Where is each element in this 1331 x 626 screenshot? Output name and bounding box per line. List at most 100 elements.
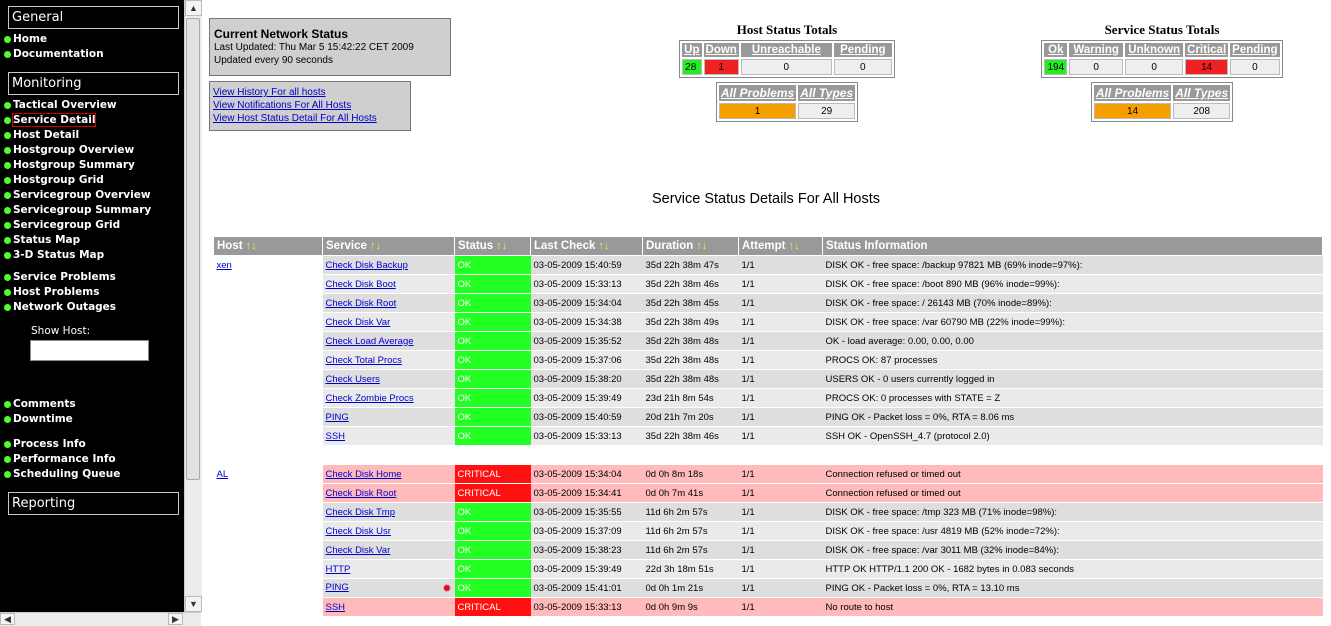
sidebar-item-servicegroup-grid[interactable]: Servicegroup Grid (0, 218, 184, 233)
service-link[interactable]: Check Disk Usr (326, 526, 391, 537)
service-link[interactable]: PING (326, 412, 349, 423)
sidebar-item-downtime[interactable]: Downtime (0, 412, 184, 427)
table-row: Check Zombie Procs OK 03-05-2009 15:39:49 2… (213, 388, 1323, 408)
sort-arrows-icon[interactable]: ↑↓ (370, 240, 381, 252)
service-link[interactable]: Check Load Average (326, 336, 414, 347)
sidebar-item-hostgroup-summary[interactable]: Hostgroup Summary (0, 158, 184, 173)
scroll-up-arrow-icon[interactable]: ▲ (185, 0, 202, 16)
sidebar-item-performance-info[interactable]: Performance Info (0, 452, 184, 467)
service-unknown-header[interactable]: Unknown (1125, 43, 1184, 57)
service-link[interactable]: Check Disk Var (326, 317, 391, 328)
service-link[interactable]: Check Disk Var (326, 545, 391, 556)
sidebar-item-process-info[interactable]: Process Info (0, 437, 184, 452)
duration-cell: 0d 0h 9m 9s (642, 597, 739, 617)
sidebar-vertical-scrollbar[interactable]: ▲ ▼ (184, 0, 202, 612)
service-unknown-count: 0 (1125, 59, 1184, 75)
attempt-cell: 1/1 (738, 293, 823, 313)
sort-arrows-icon[interactable]: ↑↓ (496, 240, 507, 252)
col-host-header: Host ↑↓ (213, 236, 323, 256)
service-all-problems-header[interactable]: All Problems (1093, 85, 1172, 101)
service-link[interactable]: Check Disk Root (326, 298, 397, 309)
sidebar-item-label: Performance Info (13, 453, 116, 465)
last-check-cell: 03-05-2009 15:33:13 (530, 426, 643, 446)
status-badge: OK (454, 502, 531, 522)
sidebar-item-comments[interactable]: Comments (0, 397, 184, 412)
host-all-types-count: 29 (798, 103, 856, 119)
duration-cell: 11d 6h 2m 57s (642, 502, 739, 522)
service-link[interactable]: SSH (326, 431, 346, 442)
sidebar-item-service-problems[interactable]: Service Problems (0, 270, 184, 285)
host-up-header[interactable]: Up (682, 43, 702, 57)
sidebar-item-hostgroup-overview[interactable]: Hostgroup Overview (0, 143, 184, 158)
duration-cell: 23d 21h 8m 54s (642, 388, 739, 408)
service-critical-header[interactable]: Critical (1185, 43, 1229, 57)
show-host-label: Show Host: (31, 325, 91, 337)
host-unreachable-header[interactable]: Unreachable (740, 43, 832, 57)
sidebar-item-network-outages[interactable]: Network Outages (0, 300, 184, 315)
host-cell (213, 369, 323, 389)
scroll-left-arrow-icon[interactable]: ◀ (0, 613, 15, 625)
duration-cell: 35d 22h 38m 46s (642, 274, 739, 294)
scroll-right-arrow-icon[interactable]: ▶ (168, 613, 183, 625)
sidebar-item-scheduling-queue[interactable]: Scheduling Queue (0, 467, 184, 482)
sidebar-item-home[interactable]: Home (0, 32, 184, 47)
host-pending-header[interactable]: Pending (833, 43, 892, 57)
link-host-status-detail[interactable]: View Host Status Detail For All Hosts (213, 112, 407, 125)
status-info-cell: PROCS OK: 0 processes with STATE = Z (822, 388, 1323, 408)
service-cell: Check Total Procs (322, 350, 455, 370)
host-link[interactable]: xen (217, 260, 232, 271)
link-notifications-all-hosts[interactable]: View Notifications For All Hosts (213, 99, 407, 112)
table-row: SSH OK 03-05-2009 15:33:13 35d 22h 38m 46s 1… (213, 426, 1323, 446)
sidebar-item-servicegroup-overview[interactable]: Servicegroup Overview (0, 188, 184, 203)
sidebar-item-tactical-overview[interactable]: Tactical Overview (0, 98, 184, 113)
host-cell (213, 597, 323, 617)
scroll-down-arrow-icon[interactable]: ▼ (185, 596, 202, 612)
link-history-all-hosts[interactable]: View History For all hosts (213, 86, 407, 99)
attempt-cell: 1/1 (738, 331, 823, 351)
scrollbar-thumb[interactable] (186, 18, 200, 480)
host-unreachable-count: 0 (740, 59, 832, 75)
service-link[interactable]: Check Users (326, 374, 380, 385)
sidebar-item-servicegroup-summary[interactable]: Servicegroup Summary (0, 203, 184, 218)
service-link[interactable]: Check Zombie Procs (326, 393, 414, 404)
host-link[interactable]: AL (217, 469, 229, 480)
last-check-cell: 03-05-2009 15:33:13 (530, 597, 643, 617)
sidebar-item-host-detail[interactable]: Host Detail (0, 128, 184, 143)
service-warning-header[interactable]: Warning (1069, 43, 1124, 57)
sort-arrows-icon[interactable]: ↑↓ (598, 240, 609, 252)
service-link[interactable]: Check Disk Tmp (326, 507, 396, 518)
service-link[interactable]: Check Disk Root (326, 488, 397, 499)
show-host-input[interactable] (30, 340, 149, 361)
service-problems-table: All Problems All Types 14 208 (1090, 82, 1234, 122)
host-down-header[interactable]: Down (703, 43, 739, 57)
service-pending-header[interactable]: Pending (1230, 43, 1280, 57)
sort-arrows-icon[interactable]: ↑↓ (696, 240, 707, 252)
host-all-types-header[interactable]: All Types (798, 85, 856, 101)
section-general-heading: General (8, 6, 179, 29)
sidebar-item-host-problems[interactable]: Host Problems (0, 285, 184, 300)
sidebar-item-documentation[interactable]: Documentation (0, 47, 184, 62)
sidebar-item-service-detail[interactable]: Service Detail (0, 113, 184, 128)
service-link[interactable]: HTTP (326, 564, 351, 575)
attempt-cell: 1/1 (738, 350, 823, 370)
sidebar-item-hostgroup-grid[interactable]: Hostgroup Grid (0, 173, 184, 188)
service-link[interactable]: Check Disk Home (326, 469, 402, 480)
sort-arrows-icon[interactable]: ↑↓ (788, 240, 799, 252)
sort-arrows-icon[interactable]: ↑↓ (246, 240, 257, 252)
service-link[interactable]: Check Disk Boot (326, 279, 396, 290)
service-link[interactable]: SSH (326, 602, 346, 613)
table-row: Check Disk Usr OK 03-05-2009 15:37:09 11d 6… (213, 521, 1323, 541)
status-info-cell: PING OK - Packet loss = 0%, RTA = 8.06 m… (822, 407, 1323, 427)
host-all-problems-header[interactable]: All Problems (718, 85, 797, 101)
sidebar-item-label: Hostgroup Grid (13, 174, 104, 186)
service-link[interactable]: Check Total Procs (326, 355, 402, 366)
host-pending-count: 0 (833, 59, 892, 75)
sidebar-item-status-map[interactable]: Status Map (0, 233, 184, 248)
attempt-cell: 1/1 (738, 426, 823, 446)
service-link[interactable]: Check Disk Backup (326, 260, 408, 271)
sidebar-horizontal-scrollbar[interactable]: ◀ ▶ (0, 612, 201, 626)
service-all-types-header[interactable]: All Types (1173, 85, 1231, 101)
service-ok-header[interactable]: Ok (1044, 43, 1068, 57)
service-link[interactable]: PING (326, 582, 349, 593)
sidebar-item-3-d-status-map[interactable]: 3-D Status Map (0, 248, 184, 263)
